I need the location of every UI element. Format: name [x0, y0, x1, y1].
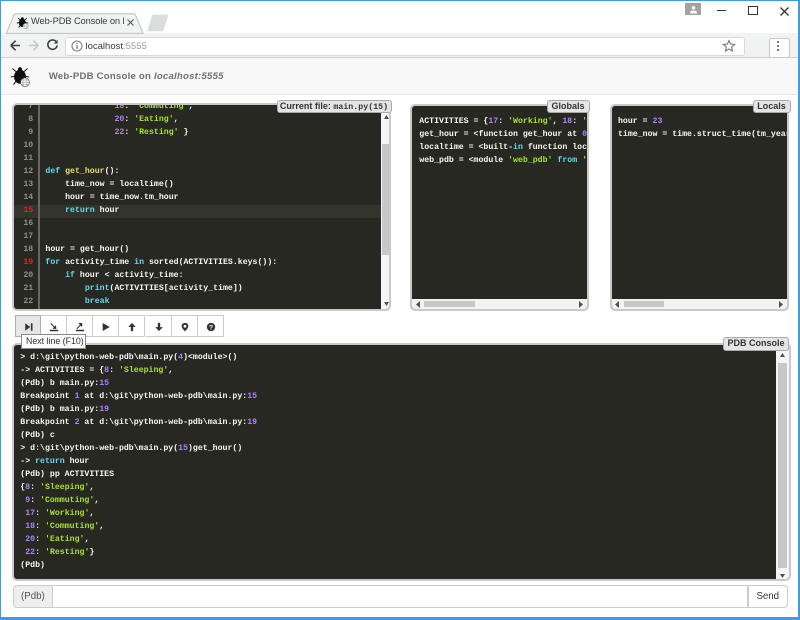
svg-text:?: ?: [209, 324, 213, 331]
